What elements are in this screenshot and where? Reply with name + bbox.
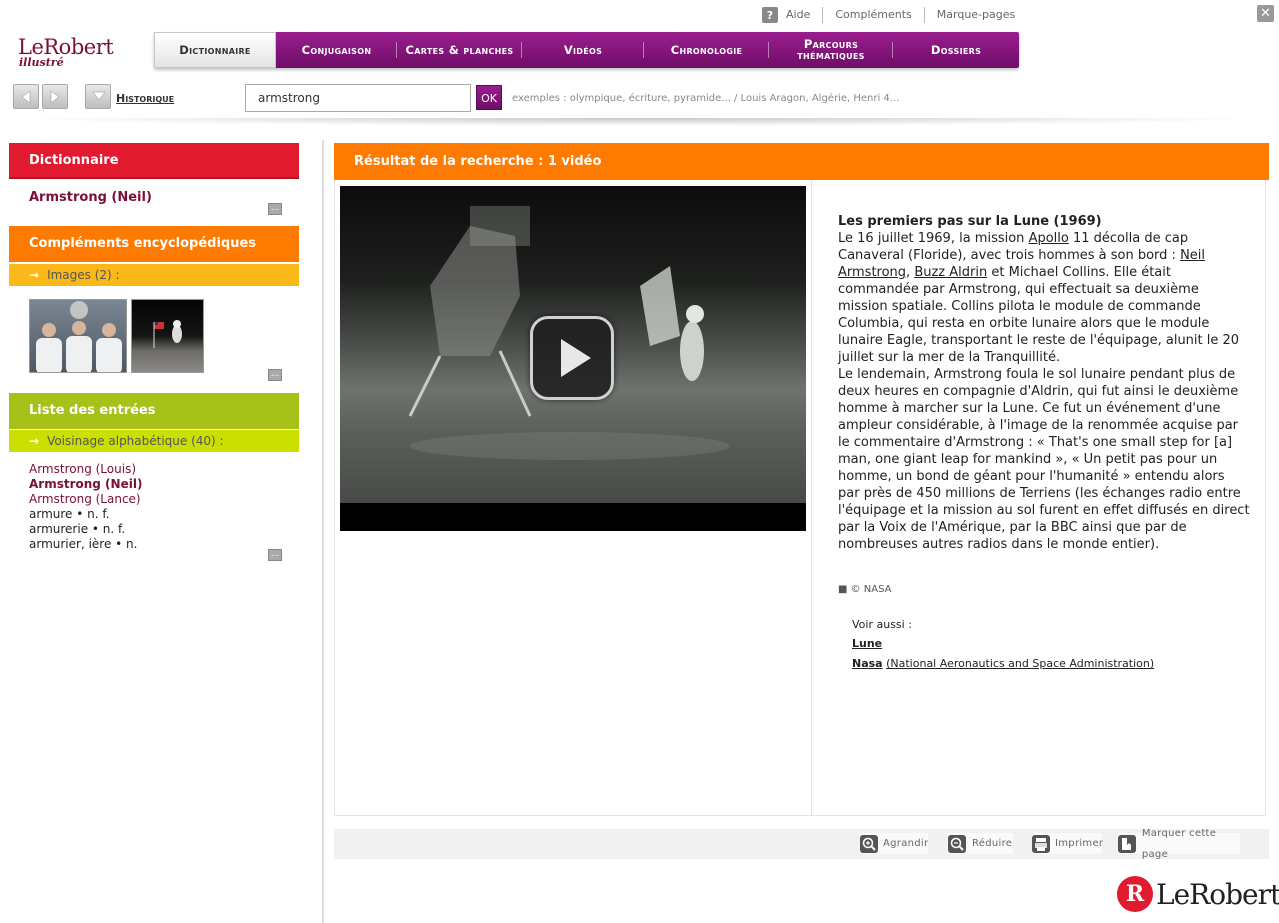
photo-credit: ■ © NASA — [838, 584, 892, 595]
play-icon — [561, 339, 591, 377]
tab-chronologie[interactable]: Chronologie — [644, 32, 769, 68]
play-button[interactable] — [530, 316, 614, 400]
zoom-in-icon — [860, 834, 878, 854]
list-item[interactable]: Armstrong (Louis) — [29, 462, 142, 477]
result-header: Résultat de la recherche : 1 vidéo — [334, 143, 1269, 180]
brand-name: LeRobert — [1156, 877, 1279, 911]
tab-dictionnaire[interactable]: Dictionnaire — [154, 32, 276, 68]
print-button[interactable]: Imprimer — [1032, 833, 1104, 854]
images-label: Images (2) : — [47, 268, 120, 282]
link-apollo[interactable]: Apollo — [1029, 231, 1069, 246]
toolbar-divider — [8, 118, 1270, 126]
see-also-label: Voir aussi : — [852, 618, 912, 631]
nasa-fullname: (National Aeronautics and Space Administ… — [886, 657, 1155, 670]
print-icon — [1032, 834, 1050, 854]
tab-cartes-planches[interactable]: Cartes & planches — [397, 32, 522, 68]
see-also-nasa-link[interactable]: Nasa (National Aeronautics and Space Adm… — [852, 657, 1154, 670]
list-item[interactable]: Armstrong (Lance) — [29, 492, 142, 507]
arrow-right-icon: → — [29, 268, 40, 282]
more-button[interactable]: ... — [268, 549, 282, 561]
bookmark-icon — [1118, 834, 1137, 854]
help-link[interactable]: Aide — [786, 7, 824, 23]
print-label: Imprimer — [1055, 838, 1104, 849]
nasa-label: Nasa — [852, 657, 883, 670]
help-icon[interactable]: ? — [762, 7, 778, 23]
article-title: Les premiers pas sur la Lune (1969) — [838, 214, 1102, 229]
tab-videos[interactable]: Vidéos — [522, 32, 644, 68]
footer-logo: R LeRobert — [1117, 874, 1279, 914]
chevron-down-icon — [93, 91, 105, 101]
entries-list: Armstrong (Louis) Armstrong (Neil) Armst… — [29, 462, 142, 552]
text: Le 16 juillet 1969, la mission — [838, 231, 1029, 246]
dictionary-header: Dictionnaire — [9, 143, 299, 179]
more-button[interactable]: ... — [268, 203, 282, 215]
arrow-left-icon — [21, 91, 31, 103]
list-item[interactable]: armurier, ière • n. — [29, 537, 142, 552]
neighbors-label: Voisinage alphabétique (40) : — [47, 434, 224, 448]
history-link[interactable]: Historique — [116, 92, 174, 105]
arrow-right-icon — [50, 91, 60, 103]
column-divider — [322, 140, 324, 923]
video-player[interactable] — [340, 186, 806, 531]
image-thumbnail-moonwalk[interactable] — [131, 299, 204, 373]
result-divider — [811, 180, 812, 816]
crew-photo — [36, 301, 122, 372]
link-buzz-aldrin[interactable]: Buzz Aldrin — [914, 265, 987, 280]
zoom-in-button[interactable]: Agrandir — [860, 833, 928, 854]
article-text: Les premiers pas sur la Lune (1969) Le 1… — [838, 213, 1250, 553]
complements-header: Compléments encyclopédiques — [9, 226, 299, 262]
utility-bar: ? Aide Compléments Marque-pages — [762, 6, 1027, 24]
list-item[interactable]: armurerie • n. f. — [29, 522, 142, 537]
images-subheader[interactable]: → Images (2) : — [9, 264, 299, 286]
text: et Michael Collins. Elle était commandée… — [838, 265, 1240, 365]
zoom-in-label: Agrandir — [883, 838, 929, 849]
image-thumbnail-crew[interactable] — [29, 299, 127, 373]
more-button[interactable]: ... — [268, 369, 282, 381]
article-paragraph-1: Le 16 juillet 1969, la mission Apollo 11… — [838, 230, 1250, 366]
moonwalk-photo — [153, 320, 182, 348]
complements-link[interactable]: Compléments — [823, 7, 925, 23]
dictionary-entry-link[interactable]: Armstrong (Neil) — [29, 190, 152, 205]
tab-parcours-thematiques[interactable]: Parcours thématiques — [769, 32, 893, 68]
tab-dossiers[interactable]: Dossiers — [893, 32, 1019, 68]
see-also-lune-link[interactable]: Lune — [852, 637, 882, 650]
zoom-out-icon — [947, 834, 967, 854]
back-button[interactable] — [13, 84, 39, 109]
zoom-out-button[interactable]: Réduire — [947, 833, 1013, 854]
bookmarks-link[interactable]: Marque-pages — [925, 7, 1027, 23]
neighbors-subheader[interactable]: → Voisinage alphabétique (40) : — [9, 430, 299, 452]
zoom-out-label: Réduire — [972, 838, 1013, 849]
history-dropdown-button[interactable] — [85, 84, 111, 109]
bookmark-label: Marquer cette page — [1141, 827, 1217, 860]
article-paragraph-2: Le lendemain, Armstrong foula le sol lun… — [838, 367, 1250, 552]
app-logo[interactable]: LeRobert illustré — [18, 35, 114, 69]
forward-button[interactable] — [42, 84, 68, 109]
close-icon[interactable]: ✕ — [1257, 5, 1274, 22]
search-ok-button[interactable]: OK — [476, 85, 502, 110]
brand-mark-icon: R — [1117, 876, 1153, 912]
list-item[interactable]: armure • n. f. — [29, 507, 142, 522]
search-input[interactable] — [245, 84, 471, 112]
bookmark-page-button[interactable]: Marquer cette page — [1118, 828, 1240, 860]
list-item[interactable]: Armstrong (Neil) — [29, 477, 142, 492]
entries-header: Liste des entrées — [9, 393, 299, 429]
search-examples: exemples : olympique, écriture, pyramide… — [512, 93, 900, 104]
arrow-right-icon: → — [29, 434, 40, 448]
main-nav: Dictionnaire Conjugaison Cartes & planch… — [154, 32, 1019, 68]
tab-conjugaison[interactable]: Conjugaison — [276, 32, 397, 68]
logo-name: LeRobert — [18, 35, 114, 59]
